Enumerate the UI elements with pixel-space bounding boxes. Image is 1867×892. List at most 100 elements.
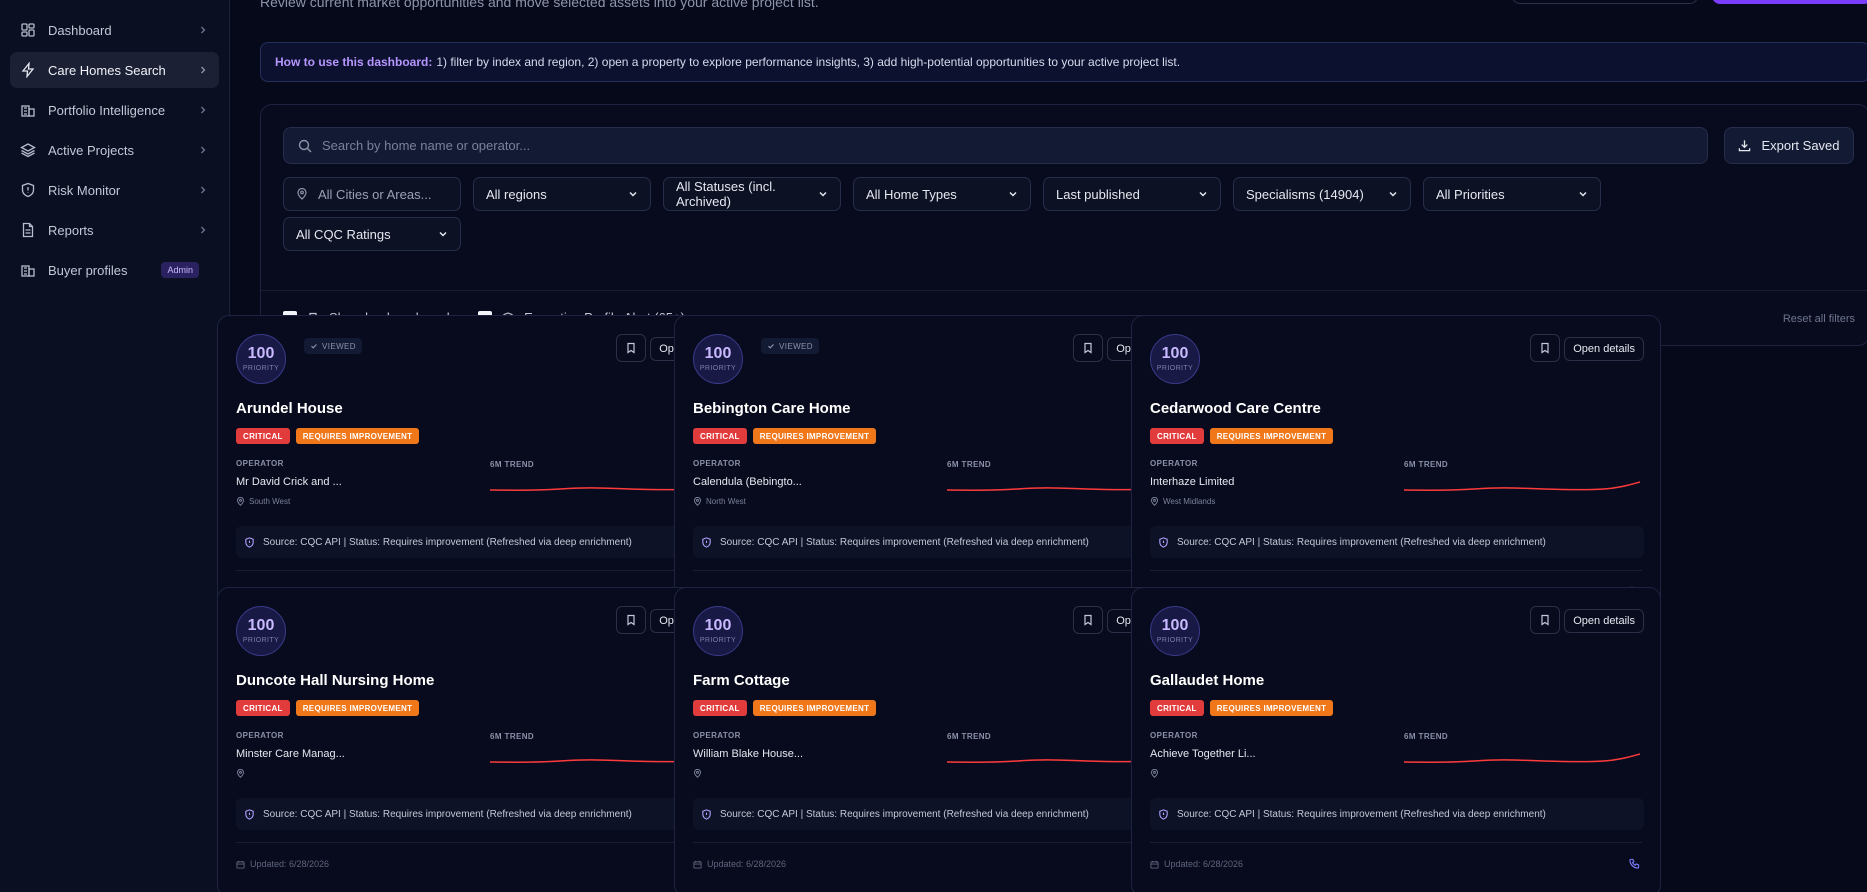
main-content: Review current market opportunities and … [217,0,1867,892]
how-to-text: 1) filter by index and region, 2) open a… [436,55,1181,69]
sidebar-item-label: Risk Monitor [48,182,121,198]
care-home-name[interactable]: Cedarwood Care Centre [1150,400,1321,417]
operator-name: William Blake House... [693,748,804,760]
regions-value: All regions [486,186,547,202]
operator-name: Calendula (Bebingto... [693,476,802,488]
status-tags: CRITICAL REQUIRES IMPROVEMENT [1150,700,1339,716]
bookmark-button[interactable] [1530,606,1560,634]
sidebar-item-buyer-profiles[interactable]: Buyer profiles Admin [10,252,219,288]
region-value: West Midlands [1163,497,1216,506]
operator-label: OPERATOR [1150,459,1198,468]
building-icon [21,105,35,117]
operator-name: Achieve Together Li... [1150,748,1256,760]
specialisms-select[interactable]: Specialisms (14904) [1233,177,1411,211]
sidebar-item-portfolio-intelligence[interactable]: Portfolio Intelligence [10,92,219,128]
sidebar-item-label: Portfolio Intelligence [48,102,166,118]
card-divider [236,842,728,843]
status-tags: CRITICAL REQUIRES IMPROVEMENT [693,700,882,716]
statuses-select[interactable]: All Statuses (incl. Archived) [663,177,841,211]
file-icon [22,222,34,238]
care-home-name[interactable]: Gallaudet Home [1150,672,1264,689]
header-secondary-button[interactable] [1512,0,1698,4]
updated-date: Updated: 6/28/2026 [1150,859,1243,869]
card-divider [1150,570,1642,571]
requires-improvement-badge: REQUIRES IMPROVEMENT [752,700,877,716]
sort-select[interactable]: Last published [1043,177,1221,211]
bookmark-button[interactable] [616,606,646,634]
priority-value: 100 [247,617,275,634]
chevron-right-icon [201,66,206,74]
requires-improvement-badge: REQUIRES IMPROVEMENT [752,428,877,444]
export-saved-button[interactable]: Export Saved [1724,127,1854,164]
card-divider [693,842,1185,843]
how-to-banner: How to use this dashboard: 1) filter by … [260,42,1867,82]
operator-label: OPERATOR [693,459,741,468]
source-note: Source: CQC API | Status: Requires impro… [693,798,1187,830]
check-icon [311,344,317,349]
priority-value: 100 [247,345,275,362]
filter-divider [261,290,1867,291]
shield-icon [245,808,254,820]
priority-value: 100 [704,345,732,362]
updated-date: Updated: 6/28/2026 [693,859,786,869]
chevron-down-icon [1389,191,1397,197]
phone-icon[interactable] [1629,858,1640,869]
admin-badge: Admin [161,262,199,278]
priority-score: 100 PRIORITY [236,606,286,656]
critical-badge: CRITICAL [693,428,747,444]
cqc-ratings-select[interactable]: All CQC Ratings [283,217,461,251]
care-home-name[interactable]: Arundel House [236,400,343,417]
priority-label: PRIORITY [699,365,737,372]
layers-icon [20,143,36,158]
requires-improvement-badge: REQUIRES IMPROVEMENT [295,428,420,444]
shield-icon [702,536,711,548]
region-text [693,769,706,778]
bookmark-button[interactable] [1530,334,1560,362]
calendar-icon [693,860,702,869]
care-home-name[interactable]: Duncote Hall Nursing Home [236,672,434,689]
bookmark-button[interactable] [616,334,646,362]
header-primary-button[interactable] [1712,0,1867,4]
card-divider [1150,842,1642,843]
sidebar-item-care-homes-search[interactable]: Care Homes Search [10,52,219,88]
check-icon [768,344,774,349]
shield-icon [1159,536,1168,548]
regions-select[interactable]: All regions [473,177,651,211]
updated-date: Updated: 6/28/2026 [236,859,329,869]
calendar-icon [236,860,245,869]
chevron-right-icon [201,106,206,114]
status-tags: CRITICAL REQUIRES IMPROVEMENT [693,428,882,444]
search-input[interactable] [322,138,1622,153]
source-text: Source: CQC API | Status: Requires impro… [263,808,632,820]
operator-label: OPERATOR [693,731,741,740]
source-text: Source: CQC API | Status: Requires impro… [720,536,1089,548]
region-value: South West [249,497,291,506]
bookmark-button[interactable] [1073,606,1103,634]
sidebar-item-risk-monitor[interactable]: Risk Monitor [10,172,219,208]
bookmark-button[interactable] [1073,334,1103,362]
city-input[interactable]: All Cities or Areas... [283,177,461,211]
sidebar-item-dashboard[interactable]: Dashboard [10,12,219,48]
bookmark-icon [627,342,635,354]
priorities-select[interactable]: All Priorities [1423,177,1601,211]
reset-filters-link[interactable]: Reset all filters [1783,313,1855,325]
trend-line [1404,753,1640,763]
how-to-title: How to use this dashboard: [275,55,433,69]
home-types-select[interactable]: All Home Types [853,177,1031,211]
care-home-name[interactable]: Farm Cottage [693,672,790,689]
source-note: Source: CQC API | Status: Requires impro… [1150,798,1644,830]
sidebar-item-active-projects[interactable]: Active Projects [10,132,219,168]
chevron-down-icon [819,191,827,197]
bookmark-icon [1084,342,1092,354]
card-divider [236,570,728,571]
priority-label: PRIORITY [1156,637,1194,644]
open-details-button[interactable]: Open details [1564,609,1644,633]
specialisms-value: Specialisms (14904) [1246,186,1364,202]
sort-value: Last published [1056,186,1140,202]
open-details-button[interactable]: Open details [1564,337,1644,361]
updated-text: Updated: 6/28/2026 [1164,859,1244,869]
operator-name: Minster Care Manag... [236,748,345,760]
care-home-name[interactable]: Bebington Care Home [693,400,851,417]
sidebar-item-reports[interactable]: Reports [10,212,219,248]
bookmark-icon [1541,342,1549,354]
